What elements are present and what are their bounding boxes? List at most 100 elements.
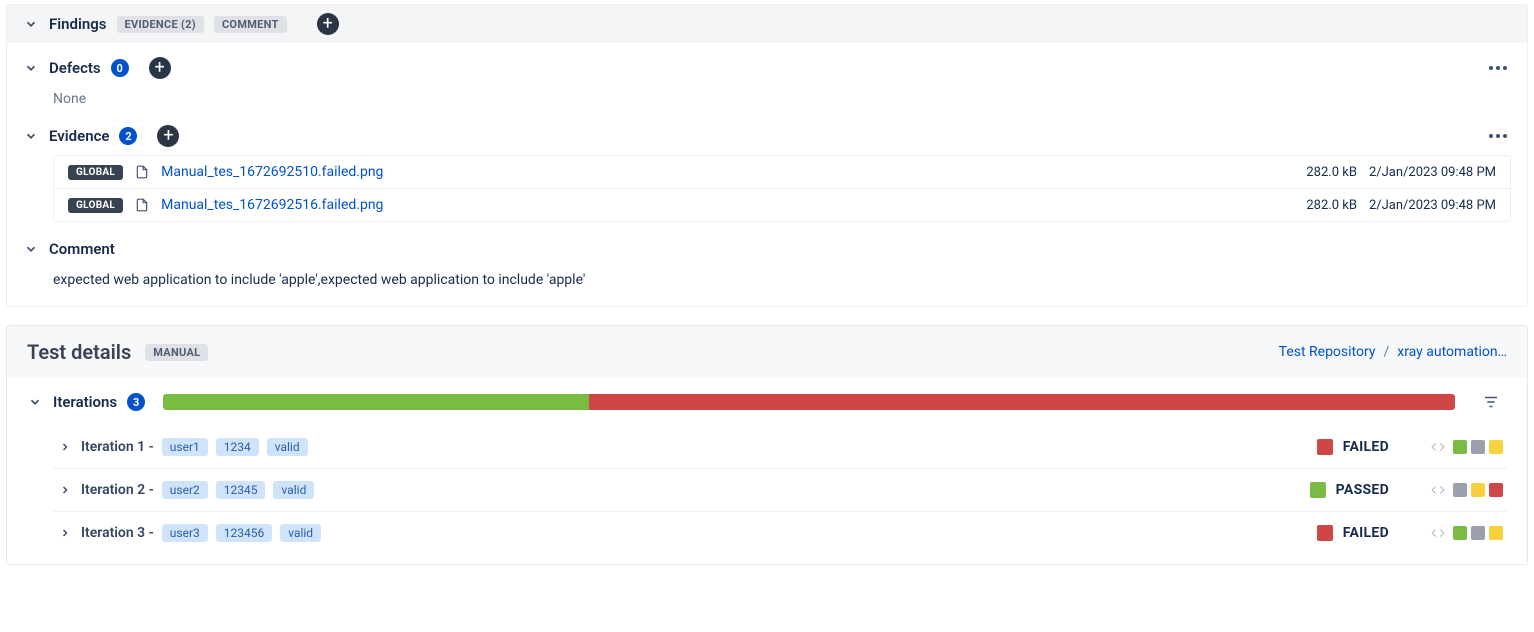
defects-count-badge: 0: [111, 59, 129, 77]
defects-more-menu[interactable]: [1485, 62, 1511, 74]
test-details-title: Test details: [27, 340, 131, 364]
status-square[interactable]: [1453, 440, 1467, 454]
iteration-label: Iteration 3 -: [81, 525, 154, 541]
findings-title: Findings: [49, 15, 107, 33]
test-type-badge: MANUAL: [145, 344, 208, 361]
test-details-panel: Test details MANUAL Test Repository / xr…: [6, 325, 1528, 565]
iteration-row: Iteration 2 - user2 12345 valid PASSED: [53, 469, 1507, 512]
breadcrumb-path-link[interactable]: xray automation…: [1397, 344, 1507, 360]
evidence-row: GLOBAL Manual_tes_1672692510.failed.png …: [54, 156, 1510, 188]
evidence-more-menu[interactable]: [1485, 130, 1511, 142]
status-square[interactable]: [1489, 483, 1503, 497]
status-square[interactable]: [1471, 440, 1485, 454]
status-color-box: [1310, 482, 1326, 498]
status-text: PASSED: [1336, 482, 1389, 498]
test-details-header: Test details MANUAL Test Repository / xr…: [7, 326, 1527, 378]
iteration-row: Iteration 3 - user3 123456 valid FAILED: [53, 512, 1507, 554]
evidence-scope-badge: GLOBAL: [68, 165, 123, 180]
comment-text: expected web application to include 'app…: [7, 266, 1527, 306]
status-square[interactable]: [1489, 440, 1503, 454]
breadcrumb-separator: /: [1383, 344, 1389, 360]
evidence-file-link[interactable]: Manual_tes_1672692510.failed.png: [161, 164, 383, 180]
status-square[interactable]: [1471, 526, 1485, 540]
iteration-row: Iteration 1 - user1 1234 valid FAILED: [53, 426, 1507, 469]
iteration-status-block: PASSED: [1310, 482, 1503, 498]
chevron-down-icon[interactable]: [23, 16, 39, 32]
test-details-body: Iterations 3 Iteration 1 - user1 1234 valid…: [7, 378, 1527, 564]
iteration-param-tag: user1: [162, 438, 208, 456]
status-text: FAILED: [1343, 439, 1389, 455]
iteration-action-squares: [1431, 440, 1503, 454]
iteration-action-squares: [1431, 483, 1503, 497]
evidence-count-badge: 2: [119, 127, 137, 145]
defects-title: Defects: [49, 59, 101, 77]
iteration-param-tag: 1234: [216, 438, 259, 456]
chevron-down-icon[interactable]: [23, 60, 39, 76]
iterations-count-badge: 3: [127, 393, 145, 411]
iterations-title: Iterations: [53, 393, 117, 411]
chevron-down-icon[interactable]: [23, 241, 39, 257]
iteration-label: Iteration 1 -: [81, 439, 154, 455]
filter-icon[interactable]: [1475, 386, 1507, 418]
findings-evidence-tag[interactable]: EVIDENCE (2): [117, 16, 204, 33]
iteration-param-tag: user2: [162, 481, 208, 499]
iteration-param-tag: 123456: [216, 524, 272, 542]
evidence-date: 2/Jan/2023 09:48 PM: [1369, 198, 1496, 213]
add-finding-button[interactable]: +: [317, 13, 339, 35]
progress-pass-segment: [163, 394, 589, 410]
evidence-list: GLOBAL Manual_tes_1672692510.failed.png …: [53, 155, 1511, 222]
iterations-progress-bar: [163, 394, 1455, 410]
status-color-box: [1317, 525, 1333, 541]
status-square[interactable]: [1453, 483, 1467, 497]
iterations-header: Iterations 3: [7, 378, 1527, 426]
chevron-down-icon[interactable]: [23, 128, 39, 144]
code-icon[interactable]: [1431, 440, 1445, 454]
evidence-size: 282.0 kB: [1306, 198, 1357, 213]
status-square[interactable]: [1471, 483, 1485, 497]
findings-header: Findings EVIDENCE (2) COMMENT +: [7, 5, 1527, 43]
evidence-header: Evidence 2 +: [7, 117, 1527, 155]
chevron-right-icon[interactable]: [57, 482, 73, 498]
evidence-file-link[interactable]: Manual_tes_1672692516.failed.png: [161, 197, 383, 213]
add-defect-button[interactable]: +: [149, 57, 171, 79]
iteration-param-tag: 12345: [216, 481, 266, 499]
iteration-status-block: FAILED: [1317, 525, 1503, 541]
progress-fail-segment: [589, 394, 1455, 410]
comment-title: Comment: [49, 240, 115, 258]
iteration-param-tag: valid: [280, 524, 321, 542]
code-icon[interactable]: [1431, 483, 1445, 497]
iteration-status-block: FAILED: [1317, 439, 1503, 455]
file-icon: [135, 164, 149, 180]
add-evidence-button[interactable]: +: [157, 125, 179, 147]
findings-panel: Findings EVIDENCE (2) COMMENT + Defects …: [6, 4, 1528, 307]
evidence-date: 2/Jan/2023 09:48 PM: [1369, 165, 1496, 180]
findings-comment-tag[interactable]: COMMENT: [214, 16, 287, 33]
evidence-row: GLOBAL Manual_tes_1672692516.failed.png …: [54, 188, 1510, 221]
iteration-param-tag: user3: [162, 524, 208, 542]
iteration-status-chip: PASSED: [1310, 482, 1389, 498]
iteration-status-chip: FAILED: [1317, 439, 1389, 455]
comment-header: Comment: [7, 232, 1527, 266]
breadcrumb-repo-link[interactable]: Test Repository: [1279, 344, 1376, 360]
iteration-label: Iteration 2 -: [81, 482, 154, 498]
defects-header: Defects 0 +: [7, 43, 1527, 87]
chevron-right-icon[interactable]: [57, 525, 73, 541]
breadcrumb: Test Repository / xray automation…: [1279, 344, 1507, 360]
status-color-box: [1317, 439, 1333, 455]
evidence-scope-badge: GLOBAL: [68, 198, 123, 213]
iteration-action-squares: [1431, 526, 1503, 540]
iterations-list: Iteration 1 -user11234validFAILEDIterati…: [7, 426, 1527, 564]
file-icon: [135, 197, 149, 213]
iteration-param-tag: valid: [273, 481, 314, 499]
iteration-param-tag: valid: [267, 438, 308, 456]
code-icon[interactable]: [1431, 526, 1445, 540]
chevron-down-icon[interactable]: [27, 394, 43, 410]
status-square[interactable]: [1453, 526, 1467, 540]
evidence-size: 282.0 kB: [1306, 165, 1357, 180]
chevron-right-icon[interactable]: [57, 439, 73, 455]
defects-none-text: None: [7, 87, 1527, 117]
status-text: FAILED: [1343, 525, 1389, 541]
status-square[interactable]: [1489, 526, 1503, 540]
iteration-status-chip: FAILED: [1317, 525, 1389, 541]
evidence-title: Evidence: [49, 127, 109, 145]
